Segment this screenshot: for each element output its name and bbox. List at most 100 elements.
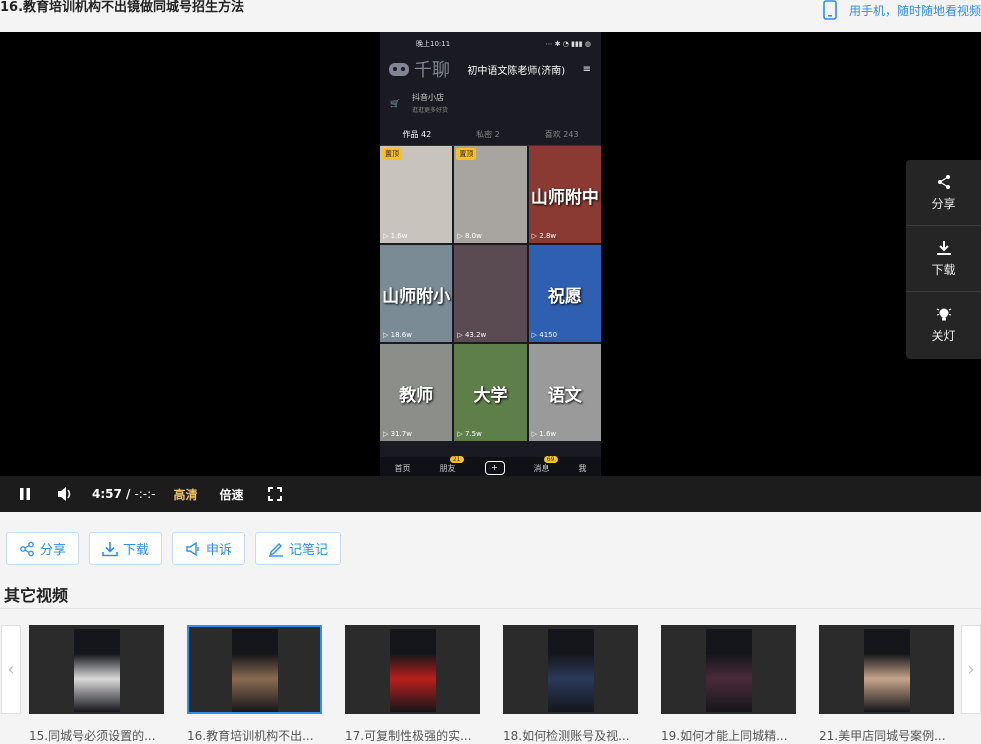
thumbnail-image — [345, 625, 480, 714]
other-videos-carousel: ‹ › 15.同城号必须设置的... 16.教育培训机构不出... 17.可复制性极… — [0, 625, 981, 744]
thumbnail-phone — [389, 629, 436, 712]
tab-likes: 喜欢 243 — [544, 130, 579, 139]
menu-icon: ≡ — [582, 63, 591, 75]
share-button[interactable]: 分享 — [6, 532, 80, 565]
time-display: 4:57 /-:-:- — [92, 487, 156, 501]
play-count: ▷ 1.6w — [531, 430, 557, 438]
nav-me: 我 — [578, 463, 587, 473]
phone-status-icons: ⋯ ✱ ◔ ▮▮▮ ◍ — [545, 40, 591, 48]
title-bar: 16.教育培训机构不出镜做同城号招生方法 用手机，随时随地看视频 — [0, 0, 981, 32]
download-icon — [102, 541, 118, 556]
messages-badge: 69 — [543, 455, 558, 463]
side-download-button[interactable]: 下载 — [906, 226, 981, 292]
play-count: ▷ 4150 — [531, 331, 558, 339]
video-cell: 大学 ▷ 7.5w — [454, 344, 527, 441]
friends-badge: 21 — [449, 455, 464, 463]
pinned-badge: 置顶 — [456, 148, 477, 160]
share-icon — [937, 174, 950, 189]
volume-button[interactable] — [56, 485, 74, 503]
nav-messages: 消息 69 — [534, 455, 558, 474]
video-thumbnail[interactable]: 18.如何检测账号及视... — [503, 625, 638, 744]
play-count: ▷ 1.6w — [383, 232, 408, 240]
tab-private: 私密 2 — [476, 130, 500, 139]
video-caption: 语文 — [547, 385, 582, 406]
pinned-badge: 置顶 — [382, 148, 402, 160]
chevron-left-icon: ‹ — [7, 659, 15, 680]
pause-button[interactable] — [16, 485, 34, 503]
notes-button[interactable]: 记笔记 — [255, 532, 342, 565]
thumbnail-image — [187, 625, 322, 714]
thumbnail-image — [819, 625, 954, 714]
fullscreen-icon — [267, 487, 282, 501]
thumbnail-phone — [863, 629, 910, 712]
phone-status-time: 晚上10:11 — [416, 40, 451, 48]
fullscreen-button[interactable] — [266, 485, 284, 503]
mobile-link-label: 用手机，随时随地看视频 — [848, 3, 981, 18]
other-videos-title: 其它视频 — [4, 586, 69, 605]
section-divider — [0, 608, 981, 609]
watermark-logo-icon — [389, 63, 409, 76]
thumbnail-phone — [547, 629, 594, 712]
video-thumbnail[interactable]: 19.如何才能上同城精... — [661, 625, 796, 744]
chevron-right-icon: › — [967, 659, 975, 680]
shop-row: 🛒 抖音小店 逛逛更多好货 — [380, 82, 601, 124]
download-button[interactable]: 下载 — [89, 532, 163, 565]
nav-friends: 朋友 21 — [440, 455, 464, 474]
lightbulb-icon — [936, 308, 951, 321]
thumbnail-phone — [231, 629, 278, 712]
video-cell: 教师 ▷ 31.7w — [380, 344, 453, 441]
profile-header: 千聊 初中语文陈老师(济南) ≡ — [380, 56, 601, 82]
video-thumbnail[interactable]: 17.可复制性极强的实... — [345, 625, 480, 744]
phone-icon — [823, 0, 837, 20]
carousel-prev-button[interactable]: ‹ — [1, 625, 21, 714]
side-panel: 分享 下载 关灯 — [906, 160, 981, 359]
side-light-button[interactable]: 关灯 — [906, 292, 981, 358]
watch-on-mobile-link[interactable]: 用手机，随时随地看视频 — [823, 0, 981, 20]
account-name: 初中语文陈老师(济南) — [467, 65, 566, 77]
video-thumbnail[interactable]: 15.同城号必须设置的... — [29, 625, 164, 744]
quality-button[interactable]: 高清 — [174, 486, 198, 503]
video-thumbnail[interactable]: 16.教育培训机构不出... — [187, 625, 322, 744]
shop-title: 抖音小店 — [411, 93, 444, 102]
play-count: ▷ 7.5w — [457, 430, 482, 438]
volume-icon — [58, 487, 71, 501]
video-caption: 山师附小 — [382, 286, 451, 307]
video-caption: 祝愿 — [547, 286, 582, 307]
pencil-icon — [269, 542, 284, 557]
carousel-next-button[interactable]: › — [961, 625, 981, 714]
profile-tabs: 作品 42 私密 2 喜欢 243 — [380, 124, 601, 146]
play-count: ▷ 31.7w — [383, 430, 412, 438]
watermark: 千聊 — [388, 56, 450, 82]
video-cell: 置顶 ▷ 8.0w — [454, 146, 527, 243]
cart-icon: 🛒 — [390, 98, 400, 108]
video-thumbnail[interactable]: 21.美甲店同城号案例... — [819, 625, 954, 744]
play-count: ▷ 8.0w — [457, 232, 482, 240]
speed-button[interactable]: 倍速 — [220, 486, 244, 503]
thumbnail-phone — [705, 629, 752, 712]
video-caption: 山师附中 — [530, 187, 599, 208]
video-cell: ▷ 43.2w — [454, 245, 527, 342]
page-title: 16.教育培训机构不出镜做同城号招生方法 — [0, 0, 245, 15]
thumbnail-label: 16.教育培训机构不出... — [187, 729, 314, 743]
nav-home: 首页 — [394, 463, 411, 473]
share-icon — [20, 541, 34, 556]
video-cell: 山师附中 ▷ 2.8w — [528, 146, 601, 243]
phone-status-bar: 晚上10:11 ⋯ ✱ ◔ ▮▮▮ ◍ — [380, 32, 601, 56]
shop-subtitle: 逛逛更多好货 — [411, 107, 448, 114]
thumbnail-label: 17.可复制性极强的实... — [345, 729, 472, 743]
download-icon — [936, 240, 951, 255]
play-count: ▷ 2.8w — [531, 232, 557, 240]
nav-plus: + — [484, 461, 505, 475]
video-cell: 祝愿 ▷ 4150 — [528, 245, 601, 342]
video-cell: 置顶 ▷ 1.6w — [380, 146, 453, 243]
video-caption: 大学 — [473, 385, 508, 406]
video-player[interactable]: 晚上10:11 ⋯ ✱ ◔ ▮▮▮ ◍ 千聊 初中语文陈老师(济南) ≡ 🛒 抖… — [0, 32, 981, 512]
thumbnail-label: 19.如何才能上同城精... — [661, 729, 788, 743]
thumbnail-phone — [73, 629, 120, 712]
video-caption: 教师 — [399, 385, 434, 406]
side-share-button[interactable]: 分享 — [906, 160, 981, 226]
report-button[interactable]: 申诉 — [172, 532, 246, 565]
play-count: ▷ 43.2w — [457, 331, 487, 339]
tab-works: 作品 42 — [402, 130, 432, 139]
play-count: ▷ 18.6w — [383, 331, 412, 339]
